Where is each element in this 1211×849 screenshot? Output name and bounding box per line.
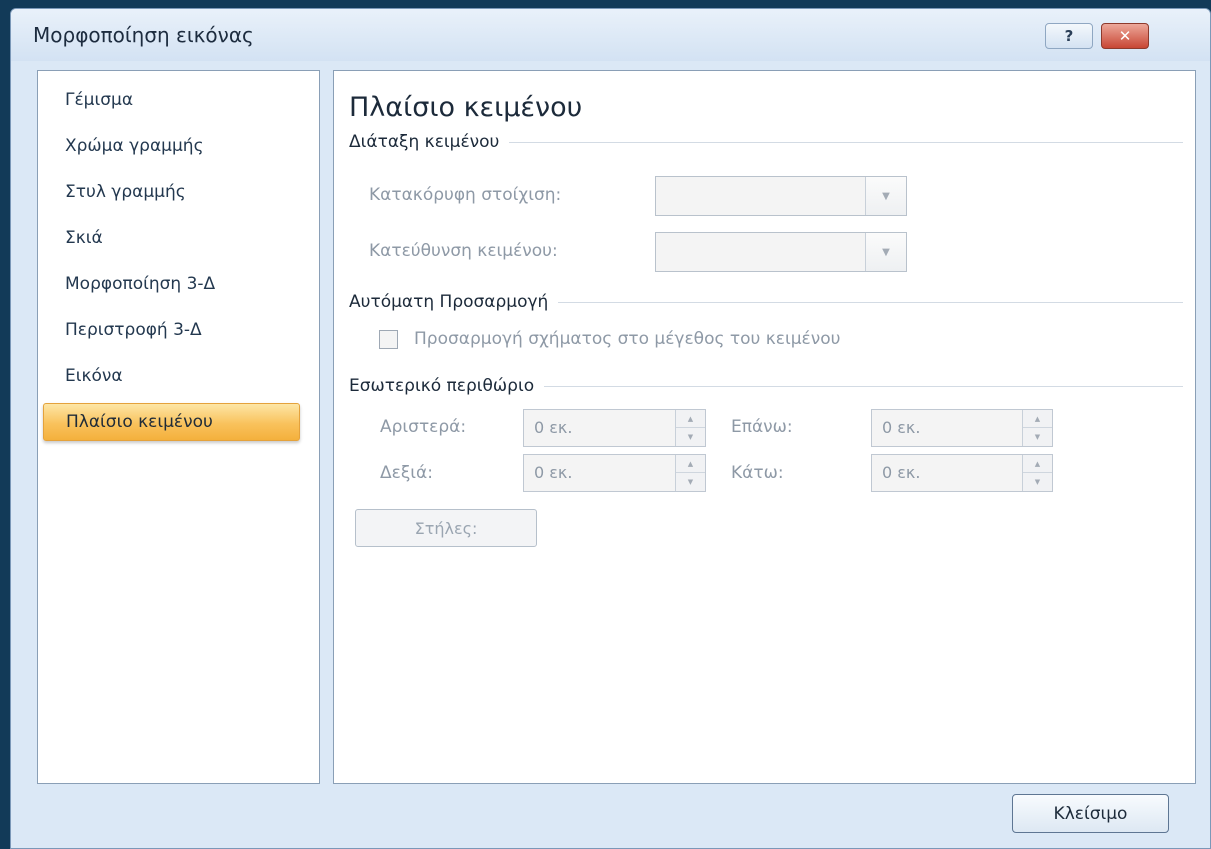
nav-item-fill[interactable]: Γέμισμα (43, 81, 300, 119)
spinner-value[interactable]: 0 εκ. (534, 418, 572, 437)
spinner-buttons: ▲ ▼ (1022, 410, 1052, 446)
panel-title: Πλαίσιο κειμένου (349, 92, 583, 123)
spinner-value[interactable]: 0 εκ. (882, 418, 920, 437)
spin-down-icon[interactable]: ▼ (1023, 428, 1052, 446)
section-label: Εσωτερικό περιθώριο (349, 376, 535, 396)
left-margin-spinner[interactable]: 0 εκ. ▲ ▼ (523, 409, 706, 447)
dialog-title: Μορφοποίηση εικόνας (33, 23, 254, 47)
text-direction-label: Κατεύθυνση κειμένου: (369, 241, 558, 261)
spin-down-icon[interactable]: ▼ (1023, 473, 1052, 491)
spinner-value[interactable]: 0 εκ. (882, 463, 920, 482)
help-button[interactable]: ? (1045, 23, 1093, 49)
spin-up-icon[interactable]: ▲ (676, 410, 705, 428)
resize-shape-label[interactable]: Προσαρμογή σχήματος στο μέγεθος του κειμ… (414, 329, 840, 349)
close-button[interactable]: Κλείσιμο (1012, 794, 1169, 833)
autofit-section: Αυτόματη Προσαρμογή (349, 291, 1183, 313)
title-bar: Μορφοποίηση εικόνας ? ✕ (11, 9, 1210, 61)
internal-margin-section: Εσωτερικό περιθώριο (349, 375, 1183, 397)
format-picture-dialog: Μορφοποίηση εικόνας ? ✕ Γέμισμα Χρώμα γρ… (10, 8, 1211, 849)
text-direction-select[interactable]: ▼ (655, 232, 907, 272)
nav-item-3d-format[interactable]: Μορφοποίηση 3-Δ (43, 265, 300, 303)
spinner-buttons: ▲ ▼ (675, 410, 705, 446)
vertical-alignment-select[interactable]: ▼ (655, 176, 907, 216)
left-margin-label: Αριστερά: (380, 417, 467, 437)
resize-shape-checkbox[interactable] (379, 330, 398, 349)
columns-button[interactable]: Στήλες: (355, 509, 537, 547)
category-list: Γέμισμα Χρώμα γραμμής Στυλ γραμμής Σκιά … (37, 70, 320, 784)
spin-up-icon[interactable]: ▲ (1023, 410, 1052, 428)
right-margin-label: Δεξιά: (380, 463, 433, 483)
spin-down-icon[interactable]: ▼ (676, 428, 705, 446)
spinner-buttons: ▲ ▼ (1022, 455, 1052, 491)
bottom-margin-spinner[interactable]: 0 εκ. ▲ ▼ (871, 454, 1053, 492)
spinner-value[interactable]: 0 εκ. (534, 463, 572, 482)
spin-up-icon[interactable]: ▲ (1023, 455, 1052, 473)
nav-item-picture[interactable]: Εικόνα (43, 357, 300, 395)
divider (544, 385, 1183, 387)
nav-item-3d-rotation[interactable]: Περιστροφή 3-Δ (43, 311, 300, 349)
nav-item-shadow[interactable]: Σκιά (43, 219, 300, 257)
nav-item-text-box[interactable]: Πλαίσιο κειμένου (43, 403, 300, 441)
chevron-down-icon[interactable]: ▼ (865, 233, 906, 271)
right-margin-spinner[interactable]: 0 εκ. ▲ ▼ (523, 454, 706, 492)
top-margin-spinner[interactable]: 0 εκ. ▲ ▼ (871, 409, 1053, 447)
text-box-panel: Πλαίσιο κειμένου Διάταξη κειμένου Κατακό… (333, 70, 1196, 784)
chevron-down-icon[interactable]: ▼ (865, 177, 906, 215)
nav-item-line-color[interactable]: Χρώμα γραμμής (43, 127, 300, 165)
section-label: Διάταξη κειμένου (349, 132, 500, 152)
bottom-margin-label: Κάτω: (731, 463, 784, 483)
nav-item-line-style[interactable]: Στυλ γραμμής (43, 173, 300, 211)
spin-up-icon[interactable]: ▲ (676, 455, 705, 473)
spin-down-icon[interactable]: ▼ (676, 473, 705, 491)
text-layout-section: Διάταξη κειμένου (349, 131, 1183, 153)
divider (558, 301, 1183, 303)
spinner-buttons: ▲ ▼ (675, 455, 705, 491)
section-label: Αυτόματη Προσαρμογή (349, 292, 549, 312)
vertical-alignment-label: Κατακόρυφη στοίχιση: (369, 185, 562, 205)
divider (509, 141, 1183, 143)
top-margin-label: Επάνω: (731, 417, 793, 437)
close-window-button[interactable]: ✕ (1101, 23, 1149, 49)
